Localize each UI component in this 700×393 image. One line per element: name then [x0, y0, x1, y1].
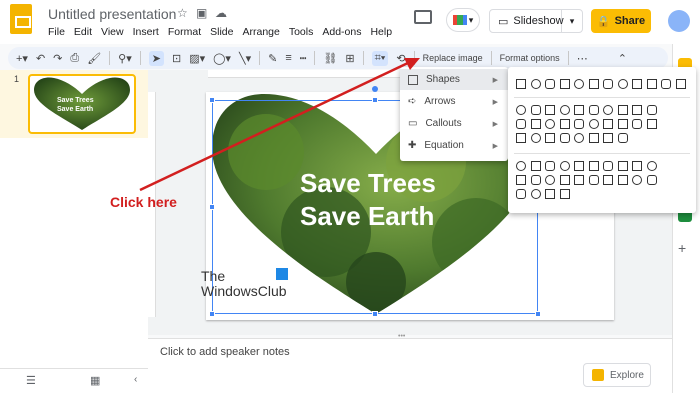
annotation-arrow	[139, 60, 411, 192]
annotation-overlay	[139, 58, 420, 192]
annotation-label: Click here	[110, 194, 177, 210]
